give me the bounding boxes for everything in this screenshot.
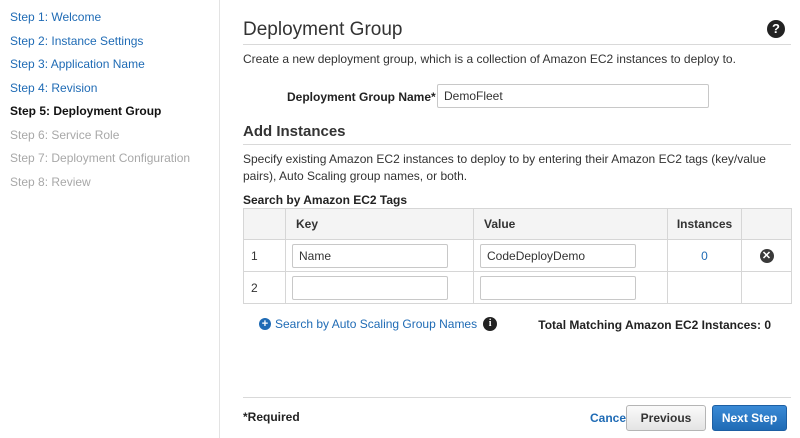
total-matching-instances: Total Matching Amazon EC2 Instances: 0: [538, 318, 771, 332]
tag-key-input[interactable]: [292, 275, 448, 300]
column-header-number: [243, 208, 286, 240]
wizard-sidebar: Step 1: Welcome Step 2: Instance Setting…: [0, 0, 220, 438]
step-application-name[interactable]: Step 3: Application Name: [0, 57, 219, 81]
ec2-tags-label: Search by Amazon EC2 Tags: [243, 193, 408, 207]
step-deployment-group: Step 5: Deployment Group: [10, 104, 162, 118]
page-title: Deployment Group: [243, 19, 403, 40]
instances-count: [667, 271, 742, 304]
tag-key-input[interactable]: [292, 243, 448, 268]
tag-value-input[interactable]: [480, 275, 636, 300]
ec2-tags-table: Key Value Instances 1 0 ✕ 2: [243, 208, 792, 304]
column-header-key: Key: [285, 208, 474, 240]
step-welcome[interactable]: Step 1: Welcome: [0, 10, 219, 34]
remove-tag-icon[interactable]: ✕: [759, 249, 774, 263]
step-review: Step 8: Review: [10, 174, 91, 189]
step-revision[interactable]: Step 4: Revision: [0, 81, 219, 105]
key-cell: [285, 239, 474, 272]
actions-cell: ✕: [741, 239, 792, 272]
column-header-instances: Instances: [667, 208, 742, 240]
required-note: *Required: [243, 410, 300, 424]
section-divider: [243, 144, 791, 145]
deployment-group-name-input[interactable]: [437, 84, 709, 108]
title-divider: [243, 44, 791, 45]
cancel-link[interactable]: Cancel: [590, 411, 629, 425]
add-instances-description: Specify existing Amazon EC2 instances to…: [243, 152, 766, 183]
main-panel: Deployment Group ? Create a new deployme…: [243, 0, 792, 438]
tag-value-input[interactable]: [480, 243, 636, 268]
value-cell: [473, 271, 668, 304]
plus-circle-icon: +: [259, 318, 271, 330]
footer-divider: [243, 397, 791, 398]
instances-count[interactable]: 0: [667, 239, 742, 272]
auto-scaling-search-link[interactable]: + Search by Auto Scaling Group Names i: [259, 317, 498, 331]
table-row: 1 0 ✕: [243, 239, 792, 272]
next-step-button[interactable]: Next Step: [712, 405, 787, 431]
step-deployment-configuration: Step 7: Deployment Configuration: [10, 151, 191, 165]
intro-text: Create a new deployment group, which is …: [243, 52, 736, 66]
table-header-row: Key Value Instances: [243, 208, 792, 240]
add-instances-title: Add Instances: [243, 123, 346, 140]
previous-button[interactable]: Previous: [626, 405, 706, 431]
deployment-group-name-label: Deployment Group Name*: [287, 90, 436, 104]
row-number: 1: [243, 239, 286, 272]
step-instance-settings[interactable]: Step 2: Instance Settings: [0, 34, 219, 58]
value-cell: [473, 239, 668, 272]
step-service-role: Step 6: Service Role: [10, 127, 120, 142]
row-number: 2: [243, 271, 286, 304]
column-header-actions: [741, 208, 792, 240]
auto-scaling-search-label[interactable]: Search by Auto Scaling Group Names: [275, 317, 477, 331]
column-header-value: Value: [473, 208, 668, 240]
key-cell: [285, 271, 474, 304]
question-circle-icon[interactable]: ?: [767, 20, 785, 38]
actions-cell: [741, 271, 792, 304]
info-circle-icon[interactable]: i: [483, 317, 498, 331]
table-row: 2: [243, 271, 792, 304]
